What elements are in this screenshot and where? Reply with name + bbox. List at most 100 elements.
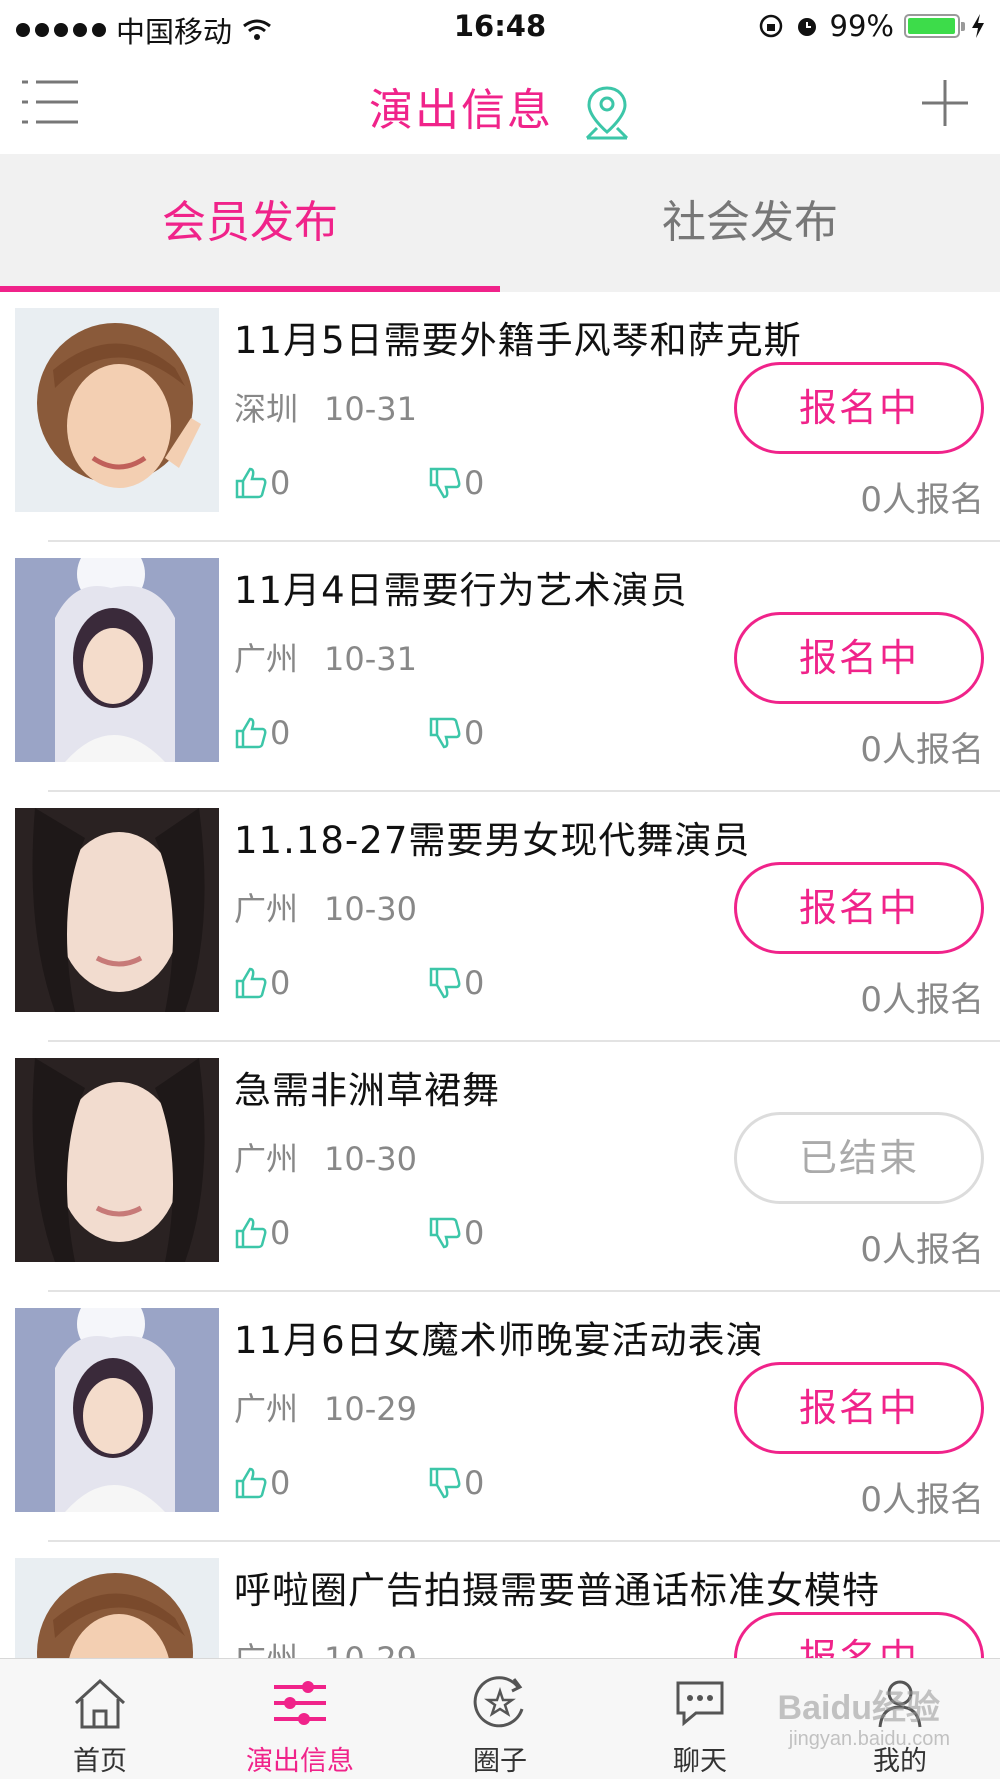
item-city: 广州: [234, 890, 299, 928]
item-meta: 广州 10-29: [234, 1634, 417, 1658]
watermark: Baidu经验: [777, 1689, 940, 1727]
avatar: [15, 808, 219, 1012]
thumbs-up-icon: [235, 1217, 267, 1249]
signup-count: 0人报名: [860, 980, 984, 1020]
item-title: 11月6日女魔术师晚宴活动表演: [234, 1319, 764, 1362]
plus-icon[interactable]: [920, 78, 970, 128]
avatar: [15, 308, 219, 512]
signup-count: 0人报名: [860, 1480, 984, 1520]
dislike-button[interactable]: 0: [428, 714, 484, 752]
list-item[interactable]: 11月4日需要行为艺术演员 广州 10-31 0 0 报名中 0人报名: [0, 542, 1000, 792]
rotation-lock-icon: [759, 14, 782, 38]
navigation-bar: 演出信息: [0, 52, 1000, 154]
home-icon: [74, 1678, 126, 1729]
like-button[interactable]: 0: [234, 1464, 290, 1502]
tab-public-posts[interactable]: 社会发布: [500, 154, 1000, 292]
dislike-button[interactable]: 0: [428, 464, 484, 502]
performance-list: 11月5日需要外籍手风琴和萨克斯 深圳 10-31 0 0 报名中 0人报名 1…: [0, 292, 1000, 1658]
list-item[interactable]: 11月5日需要外籍手风琴和萨克斯 深圳 10-31 0 0 报名中 0人报名: [0, 292, 1000, 542]
like-button[interactable]: 0: [234, 464, 290, 502]
list-item[interactable]: 呼啦圈广告拍摄需要普通话标准女模特 广州 10-29 报名中: [0, 1542, 1000, 1658]
item-date: 10-29: [324, 1640, 417, 1658]
like-button[interactable]: 0: [234, 1214, 290, 1252]
item-city: 广州: [234, 1640, 298, 1658]
thumbs-down-icon: [429, 1467, 461, 1499]
like-count: 0: [270, 464, 291, 502]
battery-icon: [904, 14, 965, 38]
dislike-count: 0: [464, 1464, 485, 1502]
item-city: 广州: [234, 1140, 299, 1178]
signup-status-button[interactable]: 报名中: [734, 1362, 984, 1454]
status-bar: 中国移动 16:48 99%: [0, 0, 1000, 52]
watermark-subtext: jingyan.baidu.com: [788, 1728, 950, 1750]
chat-bubble-icon: [676, 1681, 724, 1727]
signup-count: 0人报名: [860, 1230, 984, 1270]
signup-status-button[interactable]: 报名中: [734, 1612, 984, 1658]
tab-member-posts[interactable]: 会员发布: [0, 154, 500, 292]
item-meta: 广州 10-29: [234, 1384, 417, 1430]
like-button[interactable]: 0: [234, 964, 290, 1002]
page-title-text: 演出信息: [369, 85, 553, 136]
signup-status-button[interactable]: 报名中: [734, 362, 984, 454]
tabbar-label: 圈子: [473, 1746, 527, 1777]
item-city: 深圳: [234, 390, 299, 428]
thumbs-up-icon: [235, 1467, 267, 1499]
star-refresh-icon: [473, 1676, 524, 1728]
sliders-icon: [274, 1681, 326, 1725]
like-count: 0: [270, 964, 291, 1002]
thumbs-up-icon: [235, 467, 267, 499]
list-item[interactable]: 急需非洲草裙舞 广州 10-30 0 0 已结束 0人报名: [0, 1042, 1000, 1292]
tabbar-item-circle[interactable]: 圈子: [400, 1659, 600, 1779]
charging-bolt-icon: [972, 14, 984, 38]
tabbar-item-chat[interactable]: 聊天: [600, 1659, 800, 1779]
avatar: [15, 1308, 219, 1512]
item-meta: 广州 10-30: [234, 1134, 417, 1180]
tabbar-label: 演出信息: [246, 1746, 354, 1777]
location-pin-icon[interactable]: [583, 84, 631, 142]
avatar: [15, 558, 219, 762]
tabbar-label: 聊天: [673, 1746, 727, 1777]
item-date: 10-31: [324, 390, 417, 428]
thumbs-up-icon: [235, 717, 267, 749]
alarm-icon: [797, 18, 816, 36]
thumbs-down-icon: [429, 467, 461, 499]
segment-tabs: 会员发布 社会发布: [0, 154, 1000, 292]
item-date: 10-30: [324, 1140, 417, 1178]
item-meta: 深圳 10-31: [234, 384, 417, 430]
list-item[interactable]: 11.18-27需要男女现代舞演员 广州 10-30 0 0 报名中 0人报名: [0, 792, 1000, 1042]
item-meta: 广州 10-31: [234, 634, 417, 680]
signup-status-button[interactable]: 报名中: [734, 612, 984, 704]
item-title: 11月5日需要外籍手风琴和萨克斯: [234, 319, 802, 362]
signup-status-button[interactable]: 已结束: [734, 1112, 984, 1204]
item-date: 10-31: [324, 640, 417, 678]
signup-status-button[interactable]: 报名中: [734, 862, 984, 954]
dislike-button[interactable]: 0: [428, 1464, 484, 1502]
item-city: 广州: [234, 640, 299, 678]
dislike-count: 0: [464, 1214, 485, 1252]
dislike-count: 0: [464, 464, 485, 502]
like-count: 0: [270, 1214, 291, 1252]
tabbar-item-home[interactable]: 首页: [0, 1659, 200, 1779]
battery-percent: 99%: [829, 9, 894, 43]
item-title: 呼啦圈广告拍摄需要普通话标准女模特: [234, 1569, 880, 1612]
tabbar-label: 首页: [73, 1746, 127, 1777]
item-title: 11.18-27需要男女现代舞演员: [234, 819, 751, 862]
signup-count: 0人报名: [860, 480, 984, 520]
like-button[interactable]: 0: [234, 714, 290, 752]
signup-count: 0人报名: [860, 730, 984, 770]
dislike-button[interactable]: 0: [428, 964, 484, 1002]
item-date: 10-30: [324, 890, 417, 928]
like-count: 0: [270, 1464, 291, 1502]
dislike-button[interactable]: 0: [428, 1214, 484, 1252]
dislike-count: 0: [464, 964, 485, 1002]
item-meta: 广州 10-30: [234, 884, 417, 930]
thumbs-down-icon: [429, 1217, 461, 1249]
item-title: 急需非洲草裙舞: [234, 1069, 500, 1112]
status-right: 99%: [758, 9, 986, 43]
tabbar-item-performances[interactable]: 演出信息: [200, 1659, 400, 1779]
list-item[interactable]: 11月6日女魔术师晚宴活动表演 广州 10-29 0 0 报名中 0人报名: [0, 1292, 1000, 1542]
dislike-count: 0: [464, 714, 485, 752]
like-count: 0: [270, 714, 291, 752]
item-title: 11月4日需要行为艺术演员: [234, 569, 688, 612]
thumbs-up-icon: [235, 967, 267, 999]
